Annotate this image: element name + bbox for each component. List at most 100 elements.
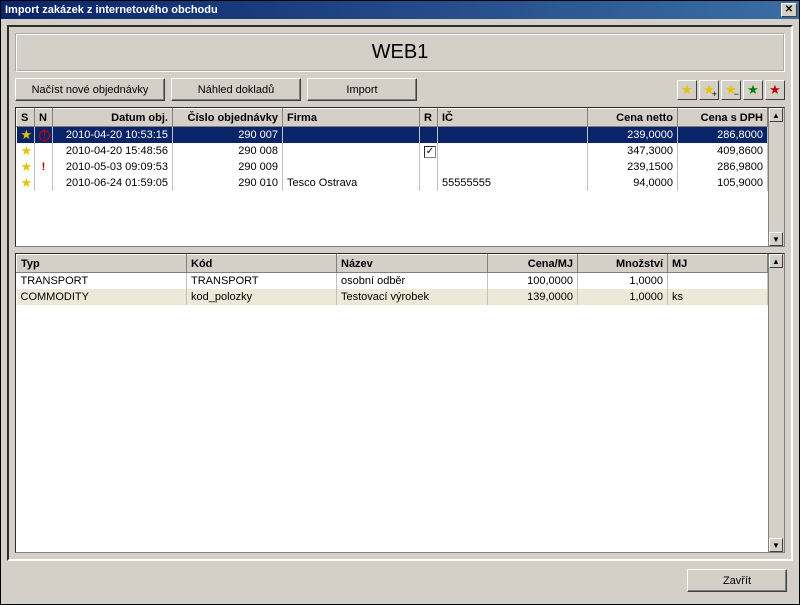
- orders-table: S N Datum obj. Číslo objednávky Firma R …: [16, 108, 768, 191]
- checkbox-icon[interactable]: ✓: [424, 146, 436, 158]
- orders-grid[interactable]: S N Datum obj. Číslo objednávky Firma R …: [15, 107, 785, 247]
- titlebar: Import zakázek z internetového obchodu ✕: [1, 1, 799, 19]
- cell-ico: 55555555: [438, 175, 588, 191]
- cell-n: [35, 143, 53, 159]
- cell-r: ✓: [420, 143, 438, 159]
- scroll-up-icon[interactable]: ▲: [769, 254, 783, 268]
- star-green-icon: ★: [747, 83, 759, 96]
- star-tool-buttons: ★ ★ + ★ − ★ ★: [677, 80, 785, 100]
- col-netto[interactable]: Cena netto: [588, 109, 678, 127]
- star-green-button[interactable]: ★: [743, 80, 763, 100]
- cell-kod: kod_polozky: [187, 289, 337, 305]
- table-row[interactable]: ★!2010-04-20 10:53:15290 007239,0000286,…: [17, 127, 768, 144]
- cell-mnozstvi: 1,0000: [578, 289, 668, 305]
- cell-firm: [283, 143, 420, 159]
- cell-number: 290 007: [173, 127, 283, 144]
- cell-s: ★: [17, 143, 35, 159]
- star-minus-button[interactable]: ★ −: [721, 80, 741, 100]
- scroll-down-icon[interactable]: ▼: [769, 538, 783, 552]
- cell-s: ★: [17, 127, 35, 144]
- star-button-1[interactable]: ★: [677, 80, 697, 100]
- col-n[interactable]: N: [35, 109, 53, 127]
- scroll-up-icon[interactable]: ▲: [769, 108, 783, 122]
- cell-ico: [438, 143, 588, 159]
- col-firm[interactable]: Firma: [283, 109, 420, 127]
- cell-kod: TRANSPORT: [187, 273, 337, 289]
- orders-scrollbar[interactable]: ▲ ▼: [768, 108, 784, 246]
- plus-icon: +: [712, 90, 717, 99]
- col-mj[interactable]: MJ: [668, 255, 768, 273]
- col-cena[interactable]: Cena/MJ: [488, 255, 578, 273]
- table-row[interactable]: TRANSPORTTRANSPORTosobní odběr100,00001,…: [17, 273, 768, 289]
- cell-cena: 139,0000: [488, 289, 578, 305]
- shop-name: WEB1: [23, 41, 777, 64]
- main-buttons: Načíst nové objednávky Náhled dokladů Im…: [15, 78, 417, 101]
- toolbar: Načíst nové objednávky Náhled dokladů Im…: [15, 78, 785, 101]
- items-table: Typ Kód Název Cena/MJ Množství MJ TRANSP…: [16, 254, 768, 305]
- cell-n: !: [35, 159, 53, 175]
- shop-name-frame: WEB1: [15, 33, 785, 72]
- scroll-down-icon[interactable]: ▼: [769, 232, 783, 246]
- cell-firm: Tesco Ostrava: [283, 175, 420, 191]
- cell-ico: [438, 127, 588, 144]
- window-close-button[interactable]: ✕: [781, 3, 797, 17]
- cell-date: 2010-05-03 09:09:53: [53, 159, 173, 175]
- main-panel: WEB1 Načíst nové objednávky Náhled dokla…: [7, 25, 793, 561]
- cell-nazev: Testovací výrobek: [337, 289, 488, 305]
- cell-netto: 347,3000: [588, 143, 678, 159]
- table-row[interactable]: ★2010-04-20 15:48:56290 008✓347,3000409,…: [17, 143, 768, 159]
- cell-dph: 105,9000: [678, 175, 768, 191]
- cell-typ: COMMODITY: [17, 289, 187, 305]
- cell-s: ★: [17, 175, 35, 191]
- table-row[interactable]: ★! 2010-05-03 09:09:53290 009 239,1500286,…: [17, 159, 768, 175]
- table-row[interactable]: ★2010-06-24 01:59:05290 010Tesco Ostrava…: [17, 175, 768, 191]
- warning-icon: !: [39, 130, 50, 141]
- orders-header-row: S N Datum obj. Číslo objednávky Firma R …: [17, 109, 768, 127]
- preview-docs-button[interactable]: Náhled dokladů: [171, 78, 301, 101]
- cell-cena: 100,0000: [488, 273, 578, 289]
- window-title: Import zakázek z internetového obchodu: [5, 4, 218, 16]
- warning-icon: !: [42, 161, 46, 173]
- col-ico[interactable]: IČ: [438, 109, 588, 127]
- minus-icon: −: [734, 90, 739, 99]
- cell-number: 290 010: [173, 175, 283, 191]
- col-nazev[interactable]: Název: [337, 255, 488, 273]
- items-grid[interactable]: Typ Kód Název Cena/MJ Množství MJ TRANSP…: [15, 253, 785, 553]
- cell-number: 290 009: [173, 159, 283, 175]
- col-mnozstvi[interactable]: Množství: [578, 255, 668, 273]
- cell-firm: [283, 159, 420, 175]
- items-scrollbar[interactable]: ▲ ▼: [768, 254, 784, 552]
- star-icon: ★: [21, 159, 33, 174]
- table-row[interactable]: COMMODITYkod_polozkyTestovací výrobek139…: [17, 289, 768, 305]
- cell-netto: 239,1500: [588, 159, 678, 175]
- cell-ico: [438, 159, 588, 175]
- cell-dph: 286,9800: [678, 159, 768, 175]
- col-date[interactable]: Datum obj.: [53, 109, 173, 127]
- star-plus-button[interactable]: ★ +: [699, 80, 719, 100]
- cell-dph: 409,8600: [678, 143, 768, 159]
- cell-typ: TRANSPORT: [17, 273, 187, 289]
- col-number[interactable]: Číslo objednávky: [173, 109, 283, 127]
- cell-number: 290 008: [173, 143, 283, 159]
- cell-mj: [668, 273, 768, 289]
- cell-n: [35, 175, 53, 191]
- cell-dph: 286,8000: [678, 127, 768, 144]
- col-kod[interactable]: Kód: [187, 255, 337, 273]
- cell-mj: ks: [668, 289, 768, 305]
- bottom-bar: Zavřít: [7, 565, 793, 598]
- col-typ[interactable]: Typ: [17, 255, 187, 273]
- star-red-icon: ★: [769, 83, 781, 96]
- star-red-button[interactable]: ★: [765, 80, 785, 100]
- star-icon: ★: [21, 127, 33, 142]
- import-button[interactable]: Import: [307, 78, 417, 101]
- cell-date: 2010-04-20 10:53:15: [53, 127, 173, 144]
- star-icon: ★: [21, 175, 33, 190]
- star-icon: ★: [681, 83, 693, 96]
- cell-r: [420, 175, 438, 191]
- cell-r: [420, 127, 438, 144]
- close-button[interactable]: Zavřít: [687, 569, 787, 592]
- load-orders-button[interactable]: Načíst nové objednávky: [15, 78, 165, 101]
- col-r[interactable]: R: [420, 109, 438, 127]
- col-s[interactable]: S: [17, 109, 35, 127]
- col-dph[interactable]: Cena s DPH: [678, 109, 768, 127]
